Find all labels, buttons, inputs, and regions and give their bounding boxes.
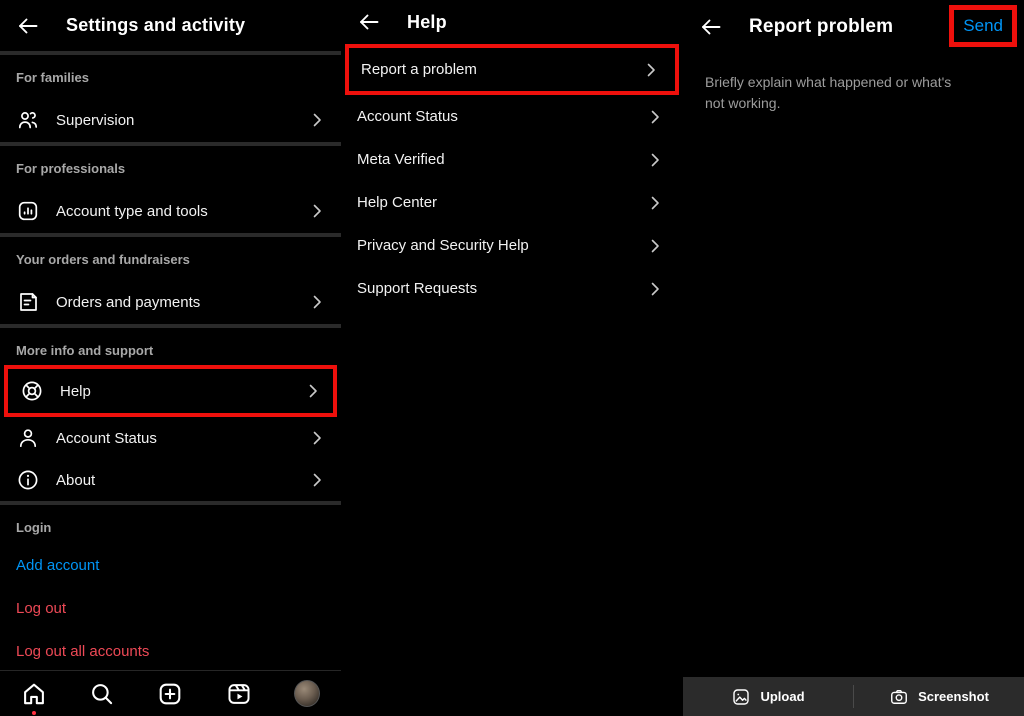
chevron-right-icon	[647, 109, 663, 125]
home-notification-dot	[32, 711, 36, 715]
help-item-meta-verified[interactable]: Meta Verified	[341, 138, 683, 181]
section-label-login: Login	[0, 505, 341, 536]
report-problem-highlight-box: Report a problem	[345, 44, 679, 95]
chevron-right-icon	[647, 281, 663, 297]
back-arrow-icon[interactable]	[699, 15, 723, 39]
page-title: Report problem	[749, 16, 893, 38]
receipt-icon	[16, 290, 40, 314]
help-highlight-box: Help	[4, 365, 337, 417]
bottom-nav-bar	[0, 670, 341, 716]
nav-search[interactable]	[89, 681, 115, 707]
section-label-for-families: For families	[0, 55, 341, 86]
avatar	[294, 680, 320, 707]
help-item-support-requests[interactable]: Support Requests	[341, 267, 683, 310]
log-out-link[interactable]: Log out	[0, 601, 341, 617]
help-item-label: Report a problem	[361, 61, 643, 78]
settings-item-label: Help	[60, 383, 305, 400]
chevron-right-icon	[309, 203, 325, 219]
settings-header: Settings and activity	[0, 0, 341, 51]
camera-icon	[889, 687, 909, 707]
chevron-right-icon	[309, 112, 325, 128]
send-button[interactable]: Send	[963, 16, 1003, 36]
settings-item-label: About	[56, 472, 309, 489]
instagram-settings-composite: Settings and activity For families Super…	[0, 0, 1024, 716]
help-item-label: Privacy and Security Help	[357, 237, 647, 254]
page-title: Settings and activity	[66, 15, 245, 36]
report-problem-panel: Report problem Send Briefly explain what…	[683, 0, 1024, 716]
back-arrow-icon[interactable]	[357, 10, 381, 34]
chevron-right-icon	[309, 430, 325, 446]
nav-reels[interactable]	[226, 681, 252, 707]
help-item-account-status[interactable]: Account Status	[341, 95, 683, 138]
section-label-for-professionals: For professionals	[0, 146, 341, 177]
help-item-privacy-security-help[interactable]: Privacy and Security Help	[341, 224, 683, 267]
settings-item-about[interactable]: About	[0, 459, 341, 501]
chevron-right-icon	[305, 383, 321, 399]
upload-image-icon	[731, 687, 751, 707]
section-label-orders-fundraisers: Your orders and fundraisers	[0, 237, 341, 268]
reels-icon	[226, 681, 252, 707]
upload-button[interactable]: Upload	[683, 677, 853, 716]
screenshot-button-label: Screenshot	[918, 689, 989, 704]
nav-create[interactable]	[157, 681, 183, 707]
settings-item-supervision[interactable]: Supervision	[0, 98, 341, 142]
help-item-label: Meta Verified	[357, 151, 647, 168]
chart-icon	[16, 199, 40, 223]
search-icon	[89, 681, 115, 707]
back-arrow-icon[interactable]	[16, 14, 40, 38]
person-icon	[16, 426, 40, 450]
screenshot-button[interactable]: Screenshot	[854, 677, 1024, 716]
settings-item-label: Account Status	[56, 430, 309, 447]
help-item-label: Help Center	[357, 194, 647, 211]
help-item-label: Support Requests	[357, 280, 647, 297]
home-icon	[21, 681, 47, 707]
settings-item-label: Account type and tools	[56, 203, 309, 220]
settings-item-orders-payments[interactable]: Orders and payments	[0, 280, 341, 324]
help-panel: Help Report a problem Account Status Met…	[341, 0, 683, 716]
help-item-report-a-problem[interactable]: Report a problem	[349, 48, 675, 91]
log-out-all-accounts-link[interactable]: Log out all accounts	[0, 644, 341, 660]
chevron-right-icon	[647, 238, 663, 254]
help-header: Help	[341, 0, 683, 44]
chevron-right-icon	[647, 195, 663, 211]
nav-profile[interactable]	[294, 681, 320, 707]
help-item-help-center[interactable]: Help Center	[341, 181, 683, 224]
supervision-icon	[16, 108, 40, 132]
send-highlight-box: Send	[949, 5, 1017, 47]
chevron-right-icon	[309, 294, 325, 310]
settings-panel: Settings and activity For families Super…	[0, 0, 341, 716]
report-description-input[interactable]: Briefly explain what happened or what's …	[705, 72, 963, 114]
settings-item-help[interactable]: Help	[8, 369, 333, 413]
page-title: Help	[407, 12, 447, 33]
settings-item-label: Supervision	[56, 112, 309, 129]
info-icon	[16, 468, 40, 492]
add-account-link[interactable]: Add account	[0, 558, 341, 574]
section-label-more-info-support: More info and support	[0, 328, 341, 359]
plus-square-icon	[157, 681, 183, 707]
settings-item-account-status[interactable]: Account Status	[0, 417, 341, 459]
upload-button-label: Upload	[760, 689, 804, 704]
report-action-bar: Upload Screenshot	[683, 677, 1024, 716]
lifebuoy-icon	[20, 379, 44, 403]
chevron-right-icon	[643, 62, 659, 78]
chevron-right-icon	[309, 472, 325, 488]
settings-item-account-type-tools[interactable]: Account type and tools	[0, 189, 341, 233]
chevron-right-icon	[647, 152, 663, 168]
settings-item-label: Orders and payments	[56, 294, 309, 311]
help-item-label: Account Status	[357, 108, 647, 125]
nav-home[interactable]	[21, 681, 47, 707]
